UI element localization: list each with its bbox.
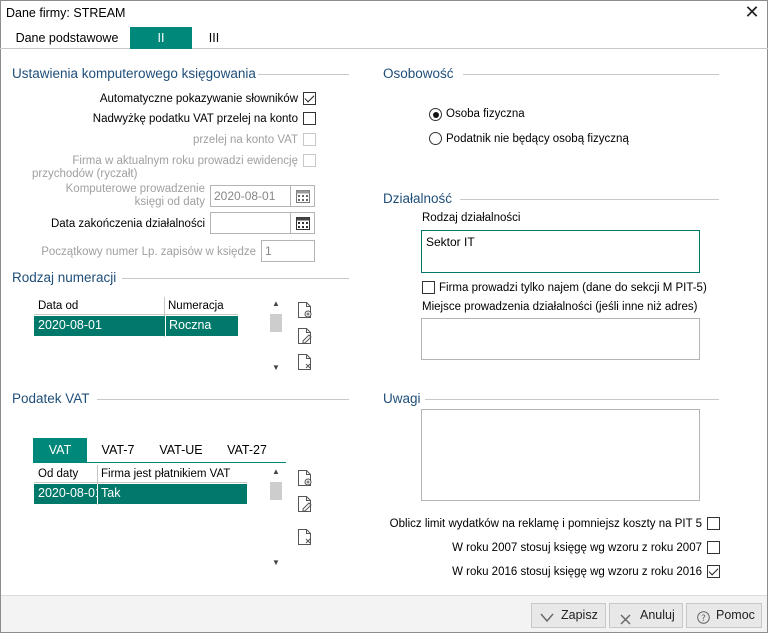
rodzaj-dzialalnosci-value: Sektor IT (426, 235, 475, 249)
przelej-vat-checkbox[interactable] (303, 133, 316, 146)
check-icon (540, 609, 554, 632)
auto-slowniki-checkbox[interactable] (303, 92, 316, 105)
osobowosc-header: Osobowość (383, 66, 454, 81)
auto-slowniki-label: Automatyczne pokazywanie słowników (99, 93, 298, 105)
rodzaj-dzialalnosci-label: Rodzaj działalności (422, 212, 521, 224)
vat-col-od-daty: Od daty (38, 468, 79, 480)
add-document-icon[interactable] (297, 301, 313, 319)
nadwyzka-vat-checkbox[interactable] (303, 112, 316, 125)
miejsce-label: Miejsce prowadzenia działalności (jeśli … (422, 301, 698, 313)
anuluj-button[interactable]: Anuluj (609, 603, 683, 628)
vat-header: Podatek VAT (12, 391, 90, 406)
vat-row-platnik: Tak (97, 484, 120, 504)
divider (425, 399, 719, 400)
vat-tab-vatue[interactable]: VAT-UE (150, 438, 212, 462)
vat-row-date: 2020-08-01 (38, 486, 97, 500)
data-zakonczenia-label: Data zakończenia działalności (50, 218, 205, 230)
firma-ewidencja-checkbox[interactable] (303, 154, 316, 167)
anuluj-label: Anuluj (640, 608, 675, 622)
ksiegowanie-header: Ustawienia komputerowego księgowania (12, 66, 256, 81)
przelej-vat-label: przelej na konto VAT (192, 134, 298, 146)
data-zakonczenia-input[interactable] (210, 212, 291, 234)
svg-text:?: ? (701, 614, 706, 624)
pomoc-label: Pomoc (716, 608, 755, 622)
divider (463, 74, 719, 75)
numeracja-scrollbar[interactable]: ▲ ▼ (269, 297, 283, 375)
scroll-thumb[interactable] (270, 482, 282, 500)
chevron-down-icon[interactable]: ▼ (272, 363, 280, 372)
vat-tab-vat[interactable]: VAT (33, 438, 87, 462)
delete-document-icon[interactable] (297, 528, 313, 546)
oblicz-label: Oblicz limit wydatków na reklamę i pomni… (389, 518, 702, 530)
tab-ii[interactable]: II (130, 27, 192, 49)
poczatkowy-numer-label: Początkowy numer Lp. zapisów w księdze (41, 246, 256, 258)
rok2007-checkbox[interactable] (707, 541, 720, 554)
chevron-up-icon[interactable]: ▲ (272, 299, 280, 308)
numeracja-row-type: Roczna (165, 316, 211, 336)
divider (460, 199, 719, 200)
vat-col-platnik: Firma jest płatnikiem VAT (101, 468, 231, 480)
numeracja-col-data-od: Data od (38, 300, 79, 312)
tab-iii[interactable]: III (194, 27, 234, 49)
chevron-down-icon[interactable]: ▼ (272, 558, 280, 567)
radio-osoba-fizyczna[interactable] (429, 108, 442, 121)
komp-prowadzenie-label-2: księgi od daty (134, 196, 205, 208)
firma-ewidencja-label-2: przychodów (ryczałt) (32, 168, 138, 180)
divider (258, 74, 349, 75)
rodzaj-dzialalnosci-input[interactable]: Sektor IT (421, 230, 700, 273)
vat-scrollbar[interactable]: ▲ ▼ (269, 465, 283, 570)
komp-date-input[interactable]: 2020-08-01 (210, 185, 291, 207)
scroll-thumb[interactable] (270, 314, 282, 332)
numeracja-row-date: 2020-08-01 (38, 318, 102, 332)
calendar-icon[interactable] (291, 212, 315, 234)
miejsce-input[interactable] (421, 318, 700, 360)
dzialalnosc-header: Działalność (383, 191, 453, 206)
uwagi-textarea[interactable] (421, 409, 700, 501)
komp-prowadzenie-label: Komputerowe prowadzenie (65, 183, 205, 195)
divider (122, 278, 349, 279)
chevron-up-icon[interactable]: ▲ (272, 467, 280, 476)
edit-document-icon[interactable] (297, 327, 313, 345)
calendar-icon[interactable] (291, 185, 315, 207)
add-document-icon[interactable] (297, 469, 313, 487)
window-title: Dane firmy: STREAM (6, 6, 126, 20)
najem-checkbox[interactable] (422, 281, 435, 294)
nadwyzka-vat-label: Nadwyżkę podatku VAT przelej na konto (92, 113, 298, 125)
numeracja-col-numeracja: Numeracja (168, 300, 224, 312)
vat-tab-vat27[interactable]: VAT-27 (218, 438, 276, 462)
pomoc-button[interactable]: ? Pomoc (686, 603, 762, 628)
osoba-fizyczna-label: Osoba fizyczna (446, 108, 525, 120)
close-icon[interactable]: ✕ (742, 2, 762, 22)
grid-header-line (34, 482, 247, 483)
table-row[interactable]: 2020-08-01 Roczna (34, 316, 238, 336)
oblicz-checkbox[interactable] (707, 517, 720, 530)
numeracja-header: Rodzaj numeracji (12, 270, 117, 285)
vat-tab-vat7[interactable]: VAT-7 (92, 438, 144, 462)
rok2016-label: W roku 2016 stosuj księgę wg wzoru z rok… (452, 566, 702, 578)
help-icon: ? (697, 609, 710, 632)
table-row[interactable]: 2020-08-01 Tak (34, 484, 247, 504)
zapisz-label: Zapisz (561, 608, 598, 622)
radio-podatnik-nie-fizyczny[interactable] (429, 132, 442, 145)
poczatkowy-numer-input[interactable]: 1 (261, 240, 315, 262)
edit-document-icon[interactable] (297, 495, 313, 513)
zapisz-button[interactable]: Zapisz (531, 603, 606, 628)
delete-document-icon[interactable] (297, 353, 313, 371)
firma-ewidencja-label: Firma w aktualnym roku prowadzi ewidencj… (72, 155, 298, 167)
najem-label: Firma prowadzi tylko najem (dane do sekc… (439, 282, 707, 294)
grid-header-line (34, 314, 238, 315)
uwagi-header: Uwagi (383, 391, 421, 406)
rok2016-checkbox[interactable] (707, 565, 720, 578)
vat-tab-line (33, 462, 286, 463)
podatnik-nie-fizyczny-label: Podatnik nie będący osobą fizyczną (446, 133, 629, 145)
close-icon (620, 610, 631, 633)
tab-dane-podstawowe[interactable]: Dane podstawowe (5, 27, 129, 49)
divider (97, 399, 349, 400)
rok2007-label: W roku 2007 stosuj księgę wg wzoru z rok… (452, 542, 702, 554)
